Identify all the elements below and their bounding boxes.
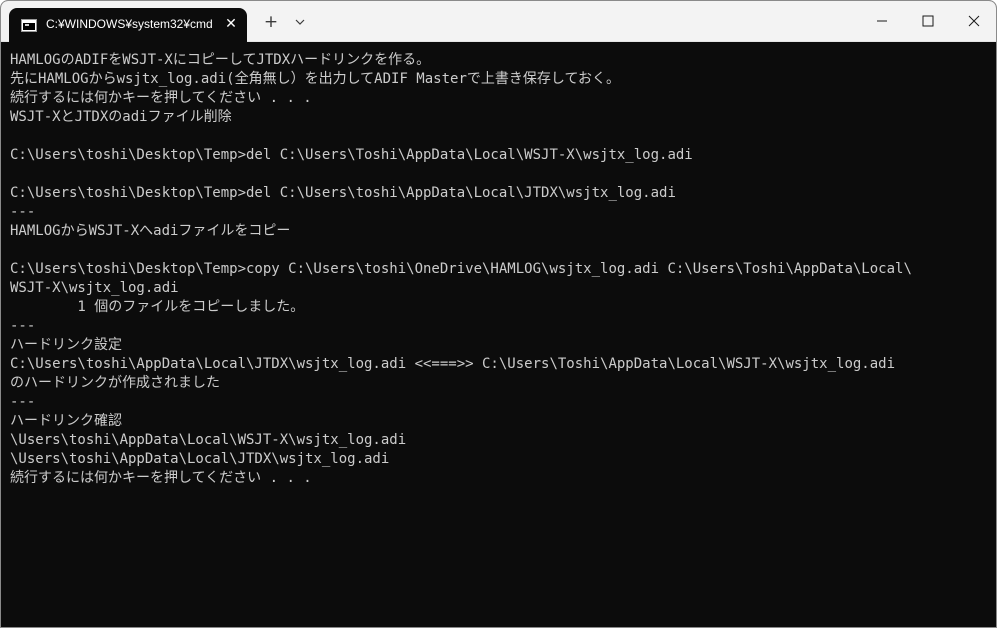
terminal-window: C:¥WINDOWS¥system32¥cmd ✕ + HAMLOGのADIFを… [0, 0, 997, 628]
minimize-button[interactable] [859, 1, 905, 41]
title-bar[interactable]: C:¥WINDOWS¥system32¥cmd ✕ + [1, 1, 996, 42]
console-line: --- [10, 318, 36, 334]
console-line: のハードリンクが作成されました [10, 375, 220, 391]
console-line: C:\Users\toshi\Desktop\Temp>del C:\Users… [10, 185, 676, 201]
console-line: C:\Users\toshi\Desktop\Temp>copy C:\User… [10, 261, 912, 277]
chevron-down-icon[interactable] [292, 14, 308, 30]
console-line: 続行するには何かキーを押してください . . . [10, 470, 312, 486]
tab-title: C:¥WINDOWS¥system32¥cmd [46, 17, 213, 31]
cmd-icon [21, 19, 37, 32]
console-line: C:\Users\toshi\AppData\Local\JTDX\wsjtx_… [10, 356, 896, 372]
console-line: \Users\toshi\AppData\Local\JTDX\wsjtx_lo… [10, 451, 390, 467]
close-tab-icon[interactable]: ✕ [223, 16, 239, 32]
console-line: ハードリンク確認 [10, 413, 122, 429]
console-line: ハードリンク設定 [10, 337, 122, 353]
console-line: 続行するには何かキーを押してください . . . [10, 90, 312, 106]
console-line: HAMLOGのADIFをWSJT-XにコピーしてJTDXハードリンクを作る。 [10, 52, 431, 68]
new-tab-button[interactable]: + [261, 13, 281, 33]
close-window-button[interactable] [951, 1, 997, 41]
console-line: WSJT-XとJTDXのadiファイル削除 [10, 109, 232, 125]
console-output[interactable]: HAMLOGのADIFをWSJT-XにコピーしてJTDXハードリンクを作る。 先… [1, 42, 996, 627]
console-line: --- [10, 394, 36, 410]
console-line: 1 個のファイルをコピーしました。 [10, 299, 305, 315]
maximize-button[interactable] [905, 1, 951, 41]
console-line: \Users\toshi\AppData\Local\WSJT-X\wsjtx_… [10, 432, 407, 448]
console-line: C:\Users\toshi\Desktop\Temp>del C:\Users… [10, 147, 693, 163]
console-line: HAMLOGからWSJT-Xへadiファイルをコピー [10, 223, 291, 239]
console-line: --- [10, 204, 36, 220]
console-line: 先にHAMLOGからwsjtx_log.adi(全角無し）を出力してADIF M… [10, 71, 621, 87]
console-line: WSJT-X\wsjtx_log.adi [10, 280, 179, 296]
tab-cmd[interactable]: C:¥WINDOWS¥system32¥cmd ✕ [9, 8, 247, 42]
